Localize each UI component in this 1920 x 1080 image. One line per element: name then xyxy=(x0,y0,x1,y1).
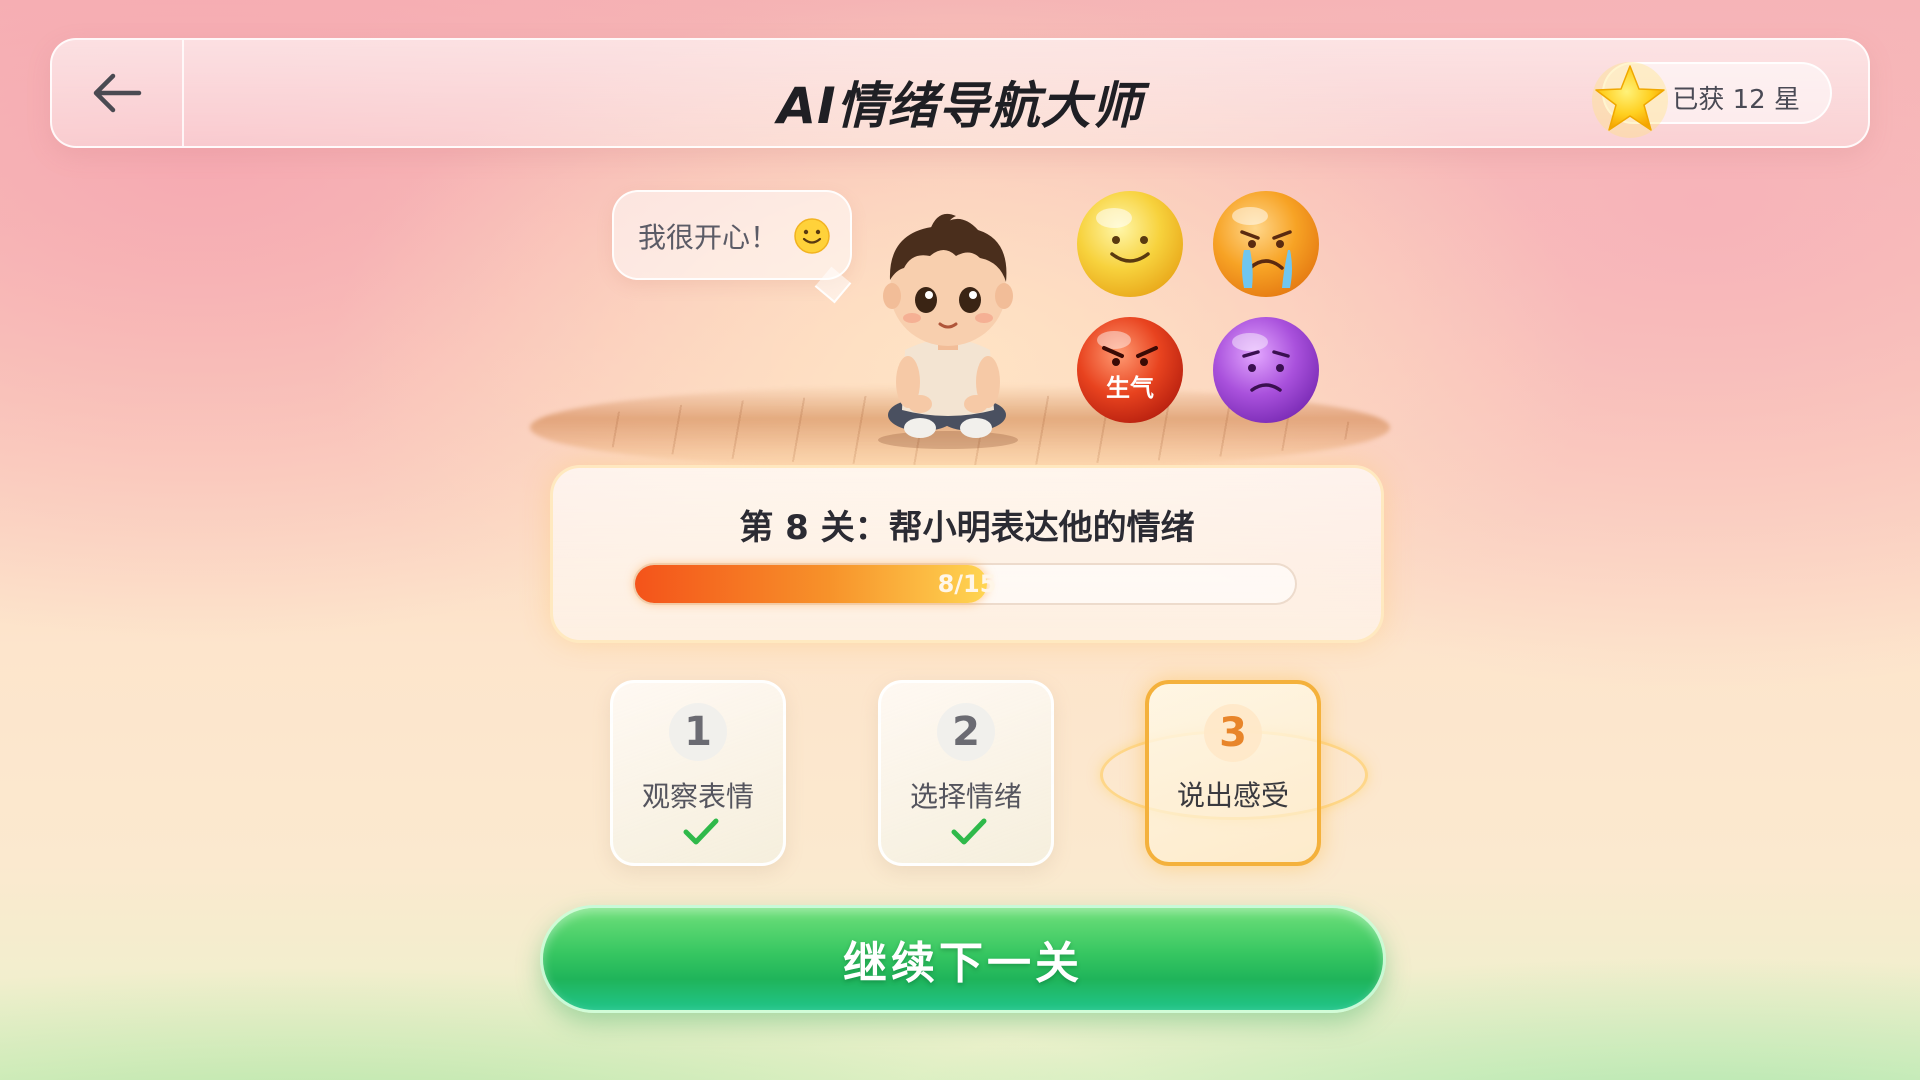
star-icon xyxy=(1592,62,1668,138)
boy-character xyxy=(878,213,1018,449)
level-card: 第 8 关：帮小明表达他的情绪 8/15 xyxy=(550,465,1384,643)
angry-emotion-ball[interactable]: 生气 xyxy=(1074,314,1186,426)
check-icon xyxy=(951,818,987,845)
continue-next-level-button[interactable]: 继续下一关 xyxy=(540,905,1386,1013)
smiley-icon xyxy=(794,218,830,254)
worried-emotion-ball[interactable] xyxy=(1210,314,1322,426)
progress-text: 8/15 xyxy=(937,570,997,598)
step-number: 1 xyxy=(684,709,712,755)
step-label: 选择情绪 xyxy=(909,780,1022,813)
step-number-badge: 2 xyxy=(937,703,995,761)
speech-bubble: 我很开心！ xyxy=(612,190,852,280)
step-label: 说出感受 xyxy=(1176,779,1289,812)
continue-button-label: 继续下一关 xyxy=(843,938,1083,989)
step-choose[interactable]: 2 选择情绪 xyxy=(878,680,1054,866)
step-label: 观察表情 xyxy=(641,780,754,813)
check-icon xyxy=(683,818,719,845)
happy-emotion-ball[interactable] xyxy=(1074,188,1186,300)
top-bar: AI情绪导航大师 已获 12 星 xyxy=(50,38,1870,148)
step-number-badge: 3 xyxy=(1204,704,1262,762)
level-title: 第 8 关：帮小明表达他的情绪 xyxy=(739,508,1195,548)
stars-count-text: 已获 12 星 xyxy=(1672,85,1800,115)
progress-bar: 8/15 xyxy=(633,563,1297,605)
step-number-badge: 1 xyxy=(669,703,727,761)
step-express[interactable]: 3 说出感受 xyxy=(1145,680,1321,866)
crying-emotion-ball[interactable] xyxy=(1210,188,1322,300)
step-number: 2 xyxy=(952,709,980,755)
step-observe[interactable]: 1 观察表情 xyxy=(610,680,786,866)
speech-text: 我很开心！ xyxy=(638,221,779,254)
step-number: 3 xyxy=(1219,710,1247,756)
angry-label: 生气 xyxy=(1106,374,1154,402)
